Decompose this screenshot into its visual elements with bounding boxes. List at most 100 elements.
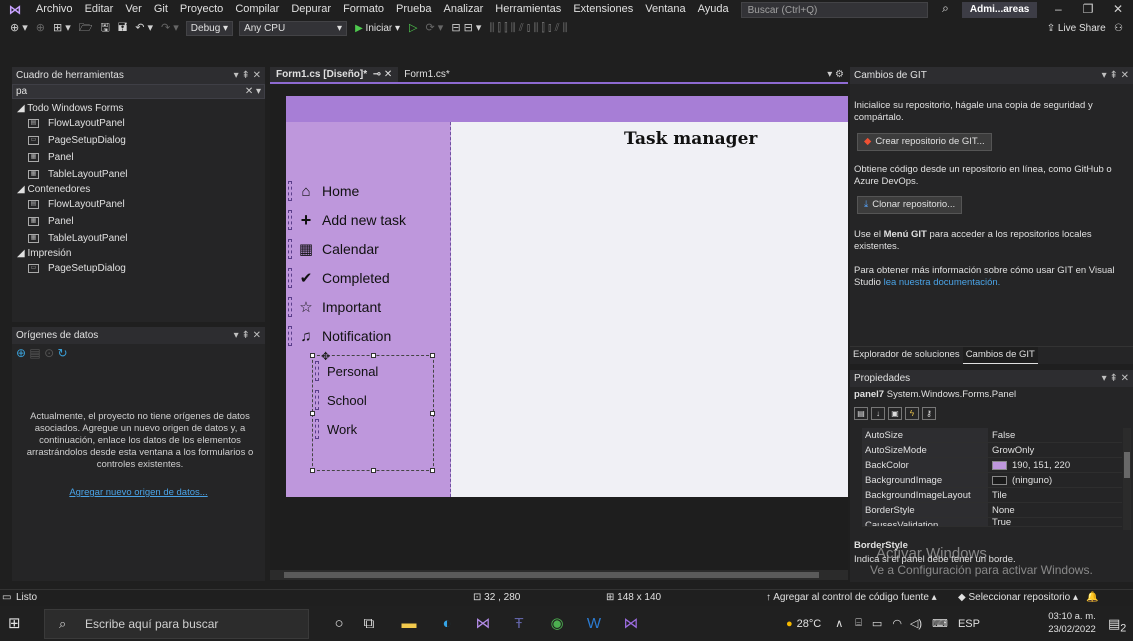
menu-formato[interactable]: Formato [337, 0, 390, 19]
save-all-icon[interactable]: 🖬 [114, 19, 131, 38]
form-title-panel[interactable] [286, 96, 848, 122]
tree-item-panel[interactable]: ▦ Panel [12, 149, 265, 166]
scrollbar-thumb[interactable] [1124, 452, 1130, 478]
tree-item-flowlayoutpanel[interactable]: ▤ FlowLayoutPanel [12, 196, 265, 213]
hot-reload-icon[interactable]: ⟳ ▾ [422, 19, 448, 38]
property-row-backgroundimagelayout[interactable]: BackgroundImageLayout Tile [862, 488, 1122, 503]
notifications-bell-icon[interactable]: 🔔 [1086, 592, 1098, 603]
search-icon[interactable]: ⌕ [942, 1, 949, 15]
menu-analizar[interactable]: Analizar [438, 0, 490, 19]
save-icon[interactable]: 🖫 [96, 19, 113, 38]
property-value[interactable]: True [988, 518, 1122, 526]
tree-group-all[interactable]: ◢ Todo Windows Forms [12, 102, 265, 115]
sub-item-work[interactable]: Work [315, 418, 357, 440]
events-icon[interactable]: ϟ [905, 406, 919, 420]
property-row-autosize[interactable]: AutoSize False [862, 428, 1122, 443]
cortana-icon[interactable]: ○ [328, 614, 350, 634]
resize-handle[interactable] [310, 468, 315, 473]
layout-toolbar-icon[interactable]: ⊟ ⊟ ▾ [447, 19, 485, 38]
menu-editar[interactable]: Editar [79, 0, 120, 19]
battery-icon[interactable]: ▭ [872, 617, 882, 630]
tree-item-panel[interactable]: ▦ Panel [12, 213, 265, 230]
edge-icon[interactable]: ◐ [436, 614, 458, 634]
restore-icon[interactable]: ❐ [1073, 0, 1103, 19]
menu-herramientas[interactable]: Herramientas [489, 0, 567, 19]
tab-form1-design[interactable]: Form1.cs [Diseño]* ⊸ ✕ [270, 67, 399, 82]
nav-item-add-new-task[interactable]: + Add new task [288, 209, 406, 231]
properties-object-selector[interactable]: panel7 System.Windows.Forms.Panel [850, 387, 1133, 403]
windows-search-box[interactable]: ⌕ Escribe aquí para buscar [44, 609, 309, 639]
panel-controls-icon[interactable]: ▾ ⇞ ✕ [1102, 370, 1129, 387]
tree-item-tablelayoutpanel[interactable]: ▦ TableLayoutPanel [12, 166, 265, 183]
properties-icon[interactable]: ▣ [888, 406, 902, 420]
property-row-causesvalidation[interactable]: CausesValidation True [862, 518, 1122, 527]
resize-handle[interactable] [310, 411, 315, 416]
alphabetical-icon[interactable]: ↓ [871, 406, 885, 420]
toolbox-search-input[interactable]: pa ✕ ▾ [12, 84, 265, 99]
tree-item-flowlayoutpanel[interactable]: ▤ FlowLayoutPanel [12, 115, 265, 132]
close-icon[interactable]: ✕ [1103, 0, 1133, 19]
minimize-icon[interactable]: – [1043, 0, 1073, 19]
git-docs-link[interactable]: lea nuestra documentación. [884, 277, 1001, 288]
menu-ventana[interactable]: Ventana [639, 0, 691, 19]
visual-studio-code-icon[interactable]: ⋈ [472, 614, 494, 634]
output-window-icon[interactable]: ▭ [2, 590, 11, 606]
solution-config-select[interactable]: Debug ▾ [185, 21, 234, 36]
property-value[interactable]: GrowOnly [988, 443, 1122, 457]
platform-select[interactable]: Any CPU ▾ [239, 21, 348, 36]
tab-git-changes[interactable]: Cambios de GIT [962, 347, 1038, 364]
add-data-source-icon[interactable]: ⊕ [16, 346, 26, 360]
form-body[interactable]: ⌂ Home + Add new task ▦ Calendar ✔ Compl… [286, 122, 848, 497]
property-row-autosizemode[interactable]: AutoSizeMode GrowOnly [862, 443, 1122, 458]
menu-git[interactable]: Git [148, 0, 174, 19]
tree-group-printing[interactable]: ◢ Impresión [12, 247, 265, 260]
global-search-input[interactable]: Buscar (Ctrl+Q) ⌕ [740, 1, 949, 18]
start-debug-button[interactable]: ▶ Iniciar ▾ [350, 23, 405, 34]
categorized-icon[interactable]: ▤ [854, 406, 868, 420]
sub-item-personal[interactable]: Personal [315, 360, 378, 382]
input-language[interactable]: ESP [958, 618, 980, 630]
configure-icon[interactable]: ⊙ [44, 346, 54, 360]
sub-item-school[interactable]: School [315, 389, 367, 411]
nav-item-calendar[interactable]: ▦ Calendar [288, 238, 379, 260]
menu-ver[interactable]: Ver [119, 0, 148, 19]
file-explorer-icon[interactable]: ▬ [398, 614, 420, 634]
property-pages-icon[interactable]: ⚷ [922, 406, 936, 420]
clone-repo-button[interactable]: ⤓ Clonar repositorio... [857, 196, 963, 214]
property-value[interactable]: False [988, 428, 1122, 442]
open-file-icon[interactable]: 🗁 [75, 19, 97, 38]
resize-handle[interactable] [371, 353, 376, 358]
property-row-backgroundimage[interactable]: BackgroundImage (ninguno) [862, 473, 1122, 488]
refresh-icon[interactable]: ↻ [58, 346, 68, 360]
nav-item-home[interactable]: ⌂ Home [288, 180, 359, 202]
teams-icon[interactable]: Ŧ [508, 614, 530, 634]
show-hidden-icons-icon[interactable]: ∧ [835, 617, 843, 630]
add-data-source-link[interactable]: Agregar nuevo origen de datos... [12, 487, 265, 498]
menu-ayuda[interactable]: Ayuda [692, 0, 735, 19]
menu-archivo[interactable]: Archivo [30, 0, 79, 19]
windows-start-icon[interactable]: ⊞ [8, 614, 26, 632]
clock[interactable]: 03:10 a. m. 23/02/2022 [1044, 610, 1100, 636]
property-value[interactable]: Tile [988, 488, 1122, 502]
menu-compilar[interactable]: Compilar [229, 0, 285, 19]
resize-handle[interactable] [371, 468, 376, 473]
word-icon[interactable]: W [583, 614, 605, 634]
select-repository-button[interactable]: ◆ Seleccionar repositorio ▴ 🔔 [958, 590, 1099, 606]
designer-horizontal-scrollbar[interactable] [270, 570, 848, 580]
edit-dataset-icon[interactable]: ▤ [29, 346, 40, 360]
tree-item-tablelayoutpanel[interactable]: ▦ TableLayoutPanel [12, 230, 265, 247]
navigate-forward-icon[interactable]: ⊕ [32, 19, 49, 38]
new-item-icon[interactable]: ⊞ ▾ [49, 19, 75, 38]
tab-solution-explorer[interactable]: Explorador de soluciones [850, 347, 963, 364]
resize-handle[interactable] [430, 468, 435, 473]
visual-studio-icon[interactable]: ⋈ [620, 614, 642, 634]
navigate-back-icon[interactable]: ⊕ ▾ [6, 19, 32, 38]
panel-controls-icon[interactable]: ▾ ⇞ ✕ [1102, 67, 1129, 84]
panel-controls-icon[interactable]: ▾ ⇞ ✕ [234, 67, 261, 84]
panel-controls-icon[interactable]: ▾ ⇞ ✕ [234, 327, 261, 344]
property-value[interactable]: (ninguno) [988, 473, 1122, 487]
start-without-debug-icon[interactable]: ▷ [405, 19, 421, 38]
task-view-icon[interactable]: ⧉ [358, 614, 380, 634]
nav-item-important[interactable]: ☆ Important [288, 296, 381, 318]
tab-options-icon[interactable]: ▾ ⚙ [827, 67, 844, 82]
